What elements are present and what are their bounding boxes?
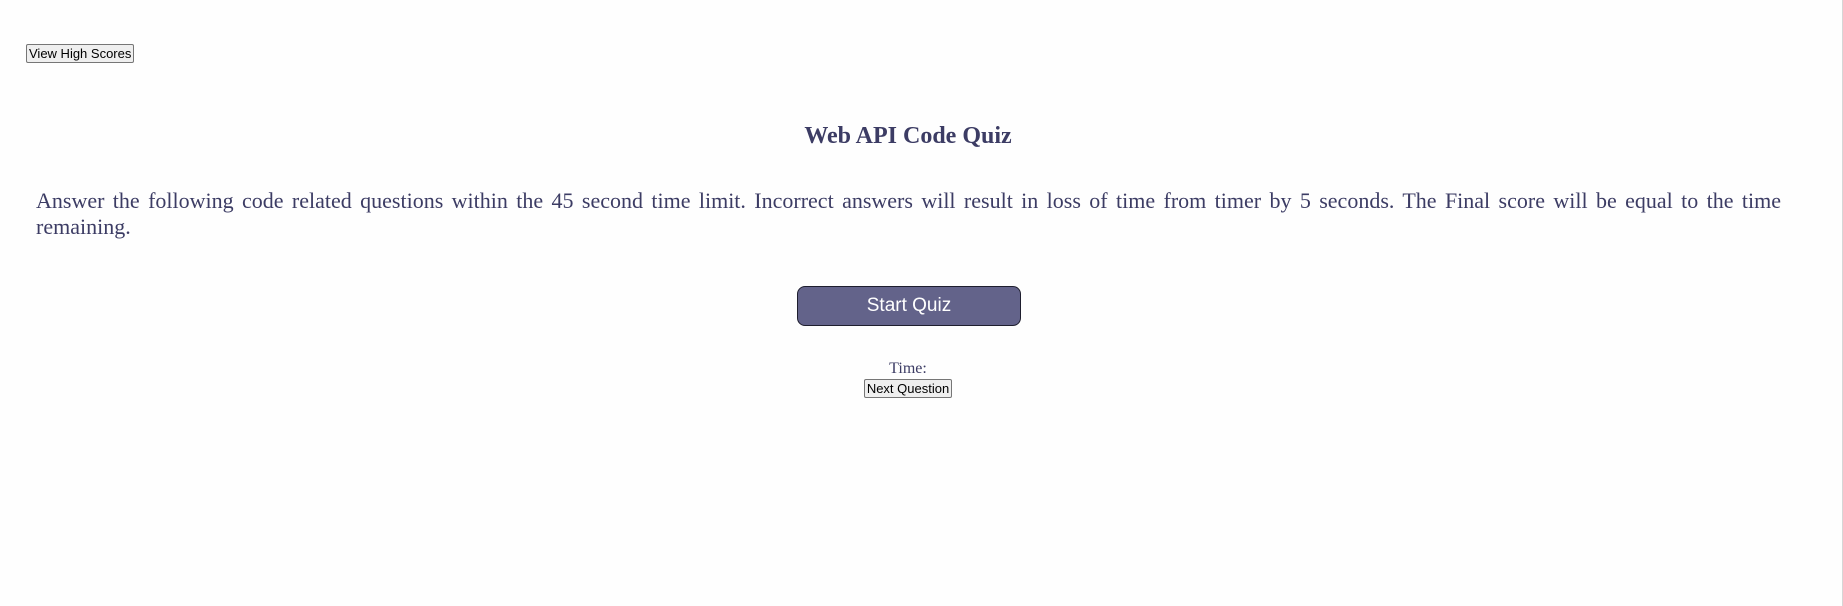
timer-label: Time:: [889, 360, 927, 377]
next-question-button[interactable]: Next Question: [863, 379, 953, 398]
timer-display: Time:: [0, 360, 1816, 378]
quiz-page: View High Scores Web API Code Quiz Answe…: [0, 0, 1843, 606]
quiz-instructions: Answer the following code related questi…: [36, 188, 1781, 239]
timer-section: Time: Next Question: [0, 360, 1816, 398]
start-quiz-button[interactable]: Start Quiz: [797, 286, 1021, 326]
view-high-scores-button[interactable]: View High Scores: [26, 44, 135, 63]
page-title: Web API Code Quiz: [804, 123, 1012, 149]
